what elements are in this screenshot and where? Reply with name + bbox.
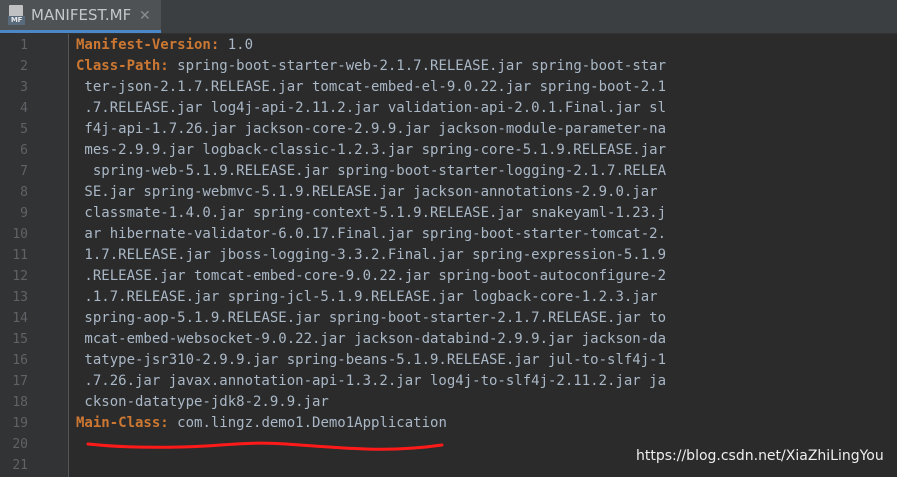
- code-line: .7.26.jar javax.annotation-api-1.3.2.jar…: [76, 371, 666, 392]
- red-handdrawn-underline: [86, 441, 444, 451]
- line-number: 3: [20, 80, 28, 95]
- manifest-value: mes-2.9.9.jar logback-classic-1.2.3.jar …: [76, 142, 667, 158]
- manifest-value: classmate-1.4.0.jar spring-context-5.1.9…: [76, 205, 667, 221]
- line-number: 19: [12, 416, 28, 431]
- code-line: ter-json-2.1.7.RELEASE.jar tomcat-embed-…: [76, 77, 666, 98]
- manifest-value: mcat-embed-websocket-9.0.22.jar jackson-…: [76, 331, 667, 347]
- tab-manifest-mf[interactable]: MF MANIFEST.MF ✕: [0, 0, 161, 33]
- line-number-gutter: 1 2 3 4 5 6 7 8 9 10 11 12 13 14 15 16 17 18 19 20 21: [0, 34, 69, 477]
- manifest-value: 1.0: [219, 37, 254, 53]
- manifest-value: com.lingz.demo1.Demo1Application: [168, 415, 447, 431]
- line-number: 20: [12, 437, 28, 452]
- code-line: 1.7.RELEASE.jar jboss-logging-3.3.2.Fina…: [76, 245, 666, 266]
- manifest-file-icon: MF: [8, 5, 25, 25]
- manifest-value: .1.7.RELEASE.jar spring-jcl-5.1.9.RELEAS…: [76, 289, 658, 305]
- line-number: 18: [12, 395, 28, 410]
- line-number: 9: [20, 206, 28, 221]
- close-icon[interactable]: ✕: [139, 8, 151, 24]
- manifest-key: Manifest-Version: [76, 37, 211, 53]
- key-separator: :: [160, 58, 169, 74]
- manifest-key: Class-Path: [76, 58, 161, 74]
- line-number: 16: [12, 353, 28, 368]
- line-number: 11: [12, 248, 28, 263]
- line-number: 21: [12, 458, 28, 473]
- watermark-text: https://blog.csdn.net/XiaZhiLingYou: [636, 448, 884, 464]
- line-number: 7: [20, 164, 28, 179]
- line-number: 2: [20, 59, 28, 74]
- code-editor[interactable]: Manifest-Version: 1.0 Class-Path: spring-…: [69, 34, 897, 477]
- manifest-value: SE.jar spring-webmvc-5.1.9.RELEASE.jar j…: [76, 184, 658, 200]
- editor-tab-bar: MF MANIFEST.MF ✕: [0, 0, 897, 34]
- code-line: spring-aop-5.1.9.RELEASE.jar spring-boot…: [76, 308, 666, 329]
- manifest-value: .RELEASE.jar tomcat-embed-core-9.0.22.ja…: [76, 268, 667, 284]
- line-number: 12: [12, 269, 28, 284]
- code-line: .7.RELEASE.jar log4j-api-2.11.2.jar vali…: [76, 98, 666, 119]
- manifest-value: ter-json-2.1.7.RELEASE.jar tomcat-embed-…: [76, 79, 667, 95]
- manifest-value: spring-web-5.1.9.RELEASE.jar spring-boot…: [76, 163, 667, 179]
- code-line: classmate-1.4.0.jar spring-context-5.1.9…: [76, 203, 666, 224]
- line-number: 10: [12, 227, 28, 242]
- code-line: ar hibernate-validator-6.0.17.Final.jar …: [76, 224, 666, 245]
- manifest-value: tatype-jsr310-2.9.9.jar spring-beans-5.1…: [76, 352, 667, 368]
- line-number: 17: [12, 374, 28, 389]
- code-line: mcat-embed-websocket-9.0.22.jar jackson-…: [76, 329, 666, 350]
- line-number: 4: [20, 101, 28, 116]
- code-line: ckson-datatype-jdk8-2.9.9.jar: [76, 392, 329, 413]
- code-line: Main-Class: com.lingz.demo1.Demo1Applica…: [76, 413, 447, 434]
- code-line: Manifest-Version: 1.0: [76, 35, 253, 56]
- key-separator: :: [160, 415, 169, 431]
- code-line: spring-web-5.1.9.RELEASE.jar spring-boot…: [76, 161, 666, 182]
- line-number: 1: [20, 38, 28, 53]
- code-line: SE.jar spring-webmvc-5.1.9.RELEASE.jar j…: [76, 182, 658, 203]
- code-line: f4j-api-1.7.26.jar jackson-core-2.9.9.ja…: [76, 119, 666, 140]
- code-line: .RELEASE.jar tomcat-embed-core-9.0.22.ja…: [76, 266, 666, 287]
- code-line: mes-2.9.9.jar logback-classic-1.2.3.jar …: [76, 140, 666, 161]
- manifest-value: .7.26.jar javax.annotation-api-1.3.2.jar…: [76, 373, 667, 389]
- line-number: 13: [12, 290, 28, 305]
- line-number: 15: [12, 332, 28, 347]
- code-line: .1.7.RELEASE.jar spring-jcl-5.1.9.RELEAS…: [76, 287, 658, 308]
- manifest-value: spring-aop-5.1.9.RELEASE.jar spring-boot…: [76, 310, 667, 326]
- manifest-value: ckson-datatype-jdk8-2.9.9.jar: [76, 394, 329, 410]
- line-number: 14: [12, 311, 28, 326]
- manifest-key: Main-Class: [76, 415, 161, 431]
- manifest-value: spring-boot-starter-web-2.1.7.RELEASE.ja…: [168, 58, 667, 74]
- manifest-value: ar hibernate-validator-6.0.17.Final.jar …: [76, 226, 667, 242]
- code-line: Class-Path: spring-boot-starter-web-2.1.…: [76, 56, 666, 77]
- manifest-value: .7.RELEASE.jar log4j-api-2.11.2.jar vali…: [76, 100, 667, 116]
- manifest-value: 1.7.RELEASE.jar jboss-logging-3.3.2.Fina…: [76, 247, 667, 263]
- line-number: 6: [20, 143, 28, 158]
- tab-title: MANIFEST.MF: [31, 6, 132, 24]
- line-number: 8: [20, 185, 28, 200]
- manifest-value: f4j-api-1.7.26.jar jackson-core-2.9.9.ja…: [76, 121, 667, 137]
- line-number: 5: [20, 122, 28, 137]
- code-line: tatype-jsr310-2.9.9.jar spring-beans-5.1…: [76, 350, 666, 371]
